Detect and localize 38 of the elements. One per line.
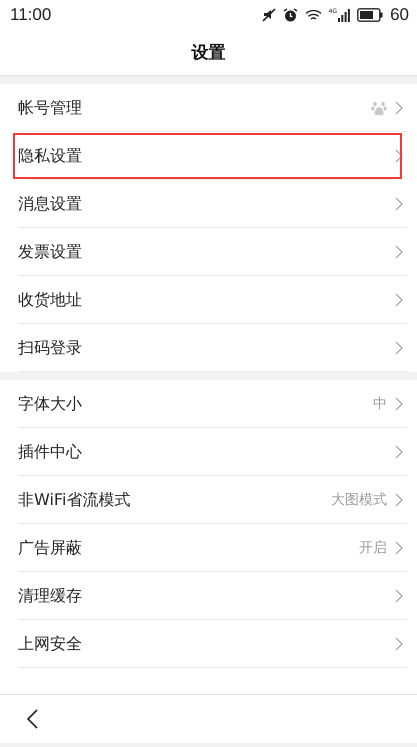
paw-icon <box>371 100 387 116</box>
chevron-icon <box>395 589 403 603</box>
chevron-icon <box>395 245 403 259</box>
setting-label: 收货地址 <box>18 290 82 310</box>
alarm-icon <box>282 8 298 22</box>
setting-label: 上网安全 <box>18 634 82 654</box>
back-icon[interactable] <box>26 709 38 729</box>
battery-percent: 60 <box>390 5 409 25</box>
chevron-icon <box>395 397 403 411</box>
chevron-icon <box>395 541 403 555</box>
setting-label: 消息设置 <box>18 194 82 214</box>
setting-label: 发票设置 <box>18 242 82 262</box>
chevron-icon <box>395 637 403 651</box>
chevron-icon <box>395 197 403 211</box>
settings-row[interactable]: 隐私设置 <box>12 132 403 180</box>
signal-icon <box>338 8 350 22</box>
setting-label: 帐号管理 <box>18 98 82 118</box>
chevron-icon <box>395 293 403 307</box>
setting-label: 字体大小 <box>18 394 82 414</box>
chevron-icon <box>395 445 403 459</box>
chevron-icon <box>395 101 403 115</box>
setting-label: 非WiFi省流模式 <box>18 490 130 510</box>
setting-label: 插件中心 <box>18 442 82 462</box>
page-title: 设置 <box>192 42 226 64</box>
setting-value: 中 <box>373 395 387 413</box>
chevron-icon <box>395 493 403 507</box>
battery-icon <box>357 8 384 22</box>
setting-value: 大图模式 <box>331 491 387 509</box>
setting-value: 开启 <box>359 539 387 557</box>
mute-icon <box>262 8 276 22</box>
setting-label: 广告屏蔽 <box>18 538 82 558</box>
setting-label: 清理缓存 <box>18 586 82 606</box>
setting-label: 隐私设置 <box>18 146 82 166</box>
wifi-icon <box>304 8 322 22</box>
status-time: 11:00 <box>10 5 52 25</box>
chevron-icon <box>395 149 403 163</box>
chevron-icon <box>395 341 403 355</box>
setting-label: 扫码登录 <box>18 338 82 358</box>
